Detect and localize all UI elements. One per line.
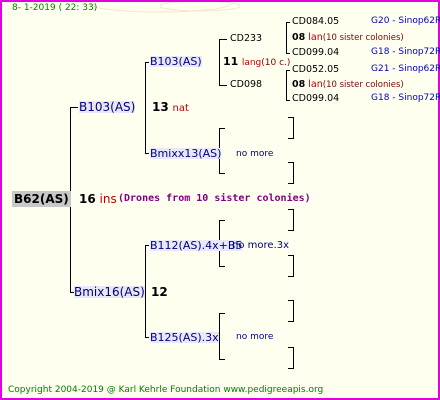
gen3-cd098-extra: (10 sister colonies): [322, 80, 404, 90]
leaf-cd052-tag: G21 - Sinop62R: [371, 64, 440, 74]
leaf-cd052[interactable]: CD052.05: [292, 65, 339, 75]
node-b103-gen2[interactable]: B103(AS): [150, 56, 202, 67]
gen2-a-number: 11: [223, 55, 239, 68]
gen3-cd098-suffix: lan: [308, 79, 323, 90]
root-label: B62(AS): [14, 192, 69, 206]
node-bmixx13[interactable]: Bmixx13(AS): [150, 148, 222, 159]
leaf-cd084[interactable]: CD084.05: [292, 17, 339, 27]
root-drone-note: (Drones from 10 sister colonies): [118, 193, 311, 204]
gen3-cd233-number: 08: [292, 32, 306, 43]
node-bmix16[interactable]: Bmix16(AS): [74, 286, 145, 298]
gen1-bottom-number: 12: [151, 285, 168, 299]
root-suffix: ins: [99, 192, 117, 206]
gen2-d-note: no more: [236, 332, 274, 342]
gen3-cd233-suffix: lan: [308, 32, 323, 43]
root-node[interactable]: B62(AS): [12, 191, 71, 207]
gen3-cd233-extra: (10 sister colonies): [322, 33, 404, 43]
node-b125[interactable]: B125(AS).3x: [150, 332, 219, 343]
leaf-cd099-b[interactable]: CD099.04: [292, 94, 339, 104]
gen3-cd098-number: 08: [292, 79, 306, 90]
node-b103-gen1[interactable]: B103(AS): [79, 101, 136, 113]
footer-copyright: Copyright 2004-2019 @ Karl Kehrle Founda…: [8, 385, 324, 395]
gen2-c-note: no more.3x: [232, 240, 289, 251]
leaf-cd099-a-tag: G18 - Sinop72R: [371, 47, 440, 57]
root-rating: 16 ins: [79, 193, 117, 205]
gen2-a-suffix: lang: [241, 58, 262, 68]
gen2-a-rating: 11 lang(10 c.): [223, 56, 290, 68]
gen3-cd098-rating: 08 lan(10 sister colonies): [292, 80, 404, 90]
gen1-top-suffix: nat: [172, 103, 189, 114]
leaf-cd099-a[interactable]: CD099.04: [292, 48, 339, 58]
node-cd233[interactable]: CD233: [230, 34, 262, 44]
node-cd098[interactable]: CD098: [230, 80, 262, 90]
root-number: 16: [79, 192, 96, 206]
gen1-top-number: 13: [152, 100, 169, 114]
gen1-top-rating: 13 nat: [152, 101, 189, 114]
node-b112[interactable]: B112(AS).4x+B5: [150, 240, 243, 251]
gen2-b-note: no more: [236, 149, 274, 159]
date-line: 8- 1-2019 ( 22: 33): [12, 3, 98, 13]
leaf-cd099-b-tag: G18 - Sinop72R: [371, 93, 440, 103]
leaf-cd084-tag: G20 - Sinop62R: [371, 16, 440, 26]
gen2-a-extra: (10 c.): [261, 58, 291, 68]
gen3-cd233-rating: 08 lan(10 sister colonies): [292, 33, 404, 43]
